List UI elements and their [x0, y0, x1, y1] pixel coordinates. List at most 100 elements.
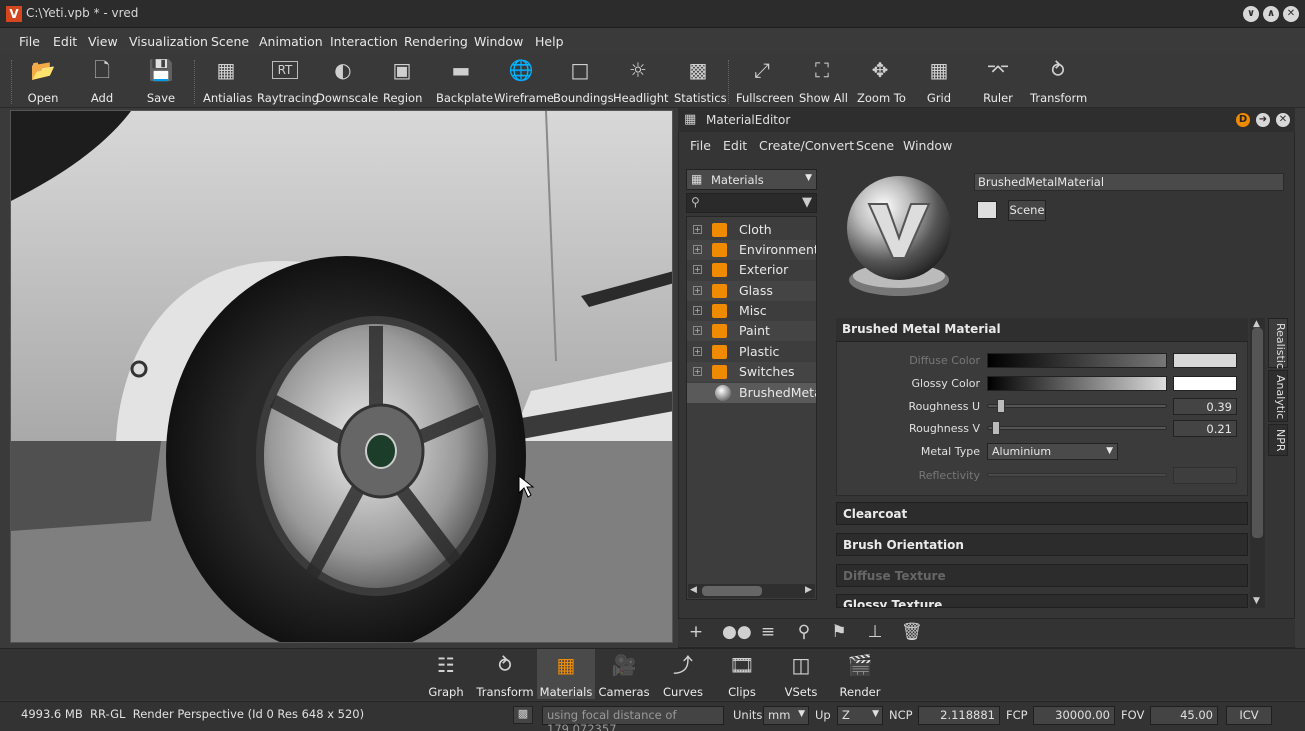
glossy-color-gradient[interactable] — [987, 376, 1167, 391]
tree-item-cloth[interactable]: + Cloth — [687, 220, 816, 240]
expand-icon[interactable]: + — [693, 225, 702, 234]
scroll-up-icon[interactable]: ▲ — [1253, 319, 1260, 329]
me-menu-window[interactable]: Window — [903, 138, 952, 153]
properties-scroll-thumb[interactable] — [1252, 328, 1263, 538]
icv-button[interactable]: ICV — [1226, 706, 1272, 725]
expand-icon[interactable]: + — [693, 367, 702, 376]
antialias-button[interactable]: ▦ Antialias — [203, 58, 252, 106]
section-glossy-texture[interactable]: Glossy Texture — [836, 594, 1248, 608]
roughness-v-value[interactable]: 0.21 — [1173, 420, 1237, 437]
menu-interaction[interactable]: Interaction — [330, 34, 398, 49]
show-all-button[interactable]: ⛶ Show All — [799, 58, 848, 106]
diffuse-color-gradient[interactable] — [987, 353, 1167, 368]
menu-view[interactable]: View — [88, 34, 118, 49]
tree-item-brushedmetal[interactable]: BrushedMetal — [687, 383, 816, 403]
expand-icon[interactable]: + — [693, 245, 702, 254]
statistics-button[interactable]: ▩ Statistics — [674, 58, 727, 106]
module-transform[interactable]: ⥁ Transform — [476, 649, 534, 699]
fcp-input[interactable]: 30000.00 — [1033, 706, 1115, 725]
menu-visualization[interactable]: Visualization — [129, 34, 208, 49]
expand-icon[interactable]: + — [693, 306, 702, 315]
roughness-u-slider[interactable] — [987, 404, 1167, 408]
module-graph[interactable]: ☷ Graph — [417, 649, 475, 699]
raytracing-button[interactable]: RT Raytracing — [257, 58, 319, 106]
save-button[interactable]: 💾 Save — [142, 58, 180, 106]
zoom-to-button[interactable]: ✥ Zoom To — [857, 58, 906, 106]
expand-icon[interactable]: + — [693, 265, 702, 274]
menu-help[interactable]: Help — [535, 34, 564, 49]
region-button[interactable]: ▣ Region — [383, 58, 422, 106]
diffuse-color-swatch[interactable] — [1173, 353, 1237, 368]
expand-icon[interactable]: + — [693, 347, 702, 356]
tree-item-switches[interactable]: + Switches — [687, 362, 816, 382]
scene-button[interactable]: Scene — [1008, 200, 1046, 221]
close-panel-icon[interactable]: ✕ — [1276, 113, 1290, 127]
roughness-u-handle[interactable] — [997, 399, 1005, 413]
menu-scene[interactable]: Scene — [211, 34, 249, 49]
material-name-field[interactable]: BrushedMetalMaterial — [974, 173, 1284, 191]
module-vsets[interactable]: ◫ VSets — [772, 649, 830, 699]
section-clearcoat[interactable]: Clearcoat — [836, 502, 1248, 525]
ncp-input[interactable]: 2.118881 — [918, 706, 1000, 725]
downscale-button[interactable]: ◐ Downscale — [316, 58, 378, 106]
tree-item-paint[interactable]: + Paint — [687, 321, 816, 341]
boundings-button[interactable]: □ Boundings — [553, 58, 614, 106]
connect-icon[interactable]: ≡ — [758, 622, 778, 642]
tree-scroll-thumb[interactable] — [702, 586, 762, 596]
scroll-down-icon[interactable]: ▼ — [1253, 596, 1260, 606]
close-window-icon[interactable]: ✕ — [1283, 6, 1299, 22]
filter-funnel-icon[interactable]: ▼ — [802, 195, 812, 210]
expand-icon[interactable]: + — [693, 286, 702, 295]
fov-input[interactable]: 45.00 — [1150, 706, 1218, 725]
transform-button[interactable]: ⥁ Transform — [1030, 58, 1087, 106]
scroll-right-icon[interactable]: ▶ — [805, 585, 812, 595]
me-menu-create-convert[interactable]: Create/Convert — [759, 138, 854, 153]
dock-icon[interactable]: D — [1236, 113, 1250, 127]
section-brush-orientation[interactable]: Brush Orientation — [836, 533, 1248, 556]
render-viewport[interactable] — [10, 110, 673, 643]
grid-button[interactable]: ▦ Grid — [923, 58, 955, 106]
ruler-button[interactable]: ⌤ Ruler — [981, 58, 1015, 106]
module-render[interactable]: 🎬 Render — [831, 649, 889, 699]
panel-grip-icon[interactable]: ▦ — [684, 112, 696, 127]
roughness-u-value[interactable]: 0.39 — [1173, 398, 1237, 415]
menu-window[interactable]: Window — [474, 34, 523, 49]
me-menu-scene[interactable]: Scene — [856, 138, 894, 153]
scroll-left-icon[interactable]: ◀ — [690, 585, 697, 595]
collapse-window-icon[interactable]: ∨ — [1243, 6, 1259, 22]
tree-item-exterior[interactable]: + Exterior — [687, 260, 816, 280]
tree-item-glass[interactable]: + Glass — [687, 281, 816, 301]
roughness-v-handle[interactable] — [992, 421, 1000, 435]
tree-item-misc[interactable]: + Misc — [687, 301, 816, 321]
delete-trash-icon[interactable]: 🗑 — [901, 622, 923, 642]
module-clips[interactable]: 🎞 Clips — [713, 649, 771, 699]
headlight-button[interactable]: ☼ Headlight — [613, 58, 669, 106]
material-search-input[interactable]: ⚲ ▼ — [686, 193, 817, 213]
wireframe-button[interactable]: 🌐 Wireframe — [494, 58, 554, 106]
add-button[interactable]: 🗋 Add — [84, 58, 120, 106]
duplicate-material-icon[interactable]: ●● — [722, 622, 752, 642]
menu-edit[interactable]: Edit — [53, 34, 77, 49]
maximize-window-icon[interactable]: ∧ — [1263, 6, 1279, 22]
module-cameras[interactable]: 🎥 Cameras — [595, 649, 653, 699]
assign-material-icon[interactable]: ⚑ — [829, 622, 849, 642]
materials-filter-combo[interactable]: ▦ Materials ▼ — [686, 169, 817, 190]
roughness-v-slider[interactable] — [987, 426, 1167, 430]
menu-animation[interactable]: Animation — [259, 34, 323, 49]
menu-file[interactable]: File — [19, 34, 40, 49]
find-in-scene-icon[interactable]: ⚲ — [794, 622, 814, 642]
tab-npr[interactable]: NPR — [1268, 424, 1288, 456]
tab-realistic[interactable]: Realistic — [1268, 318, 1288, 369]
expand-icon[interactable]: + — [693, 326, 702, 335]
tree-item-environments[interactable]: + Environments — [687, 240, 816, 260]
me-menu-file[interactable]: File — [690, 138, 711, 153]
module-materials[interactable]: ▦ Materials — [537, 649, 595, 699]
module-curves[interactable]: ⤴ Curves — [654, 649, 712, 699]
tree-item-plastic[interactable]: + Plastic — [687, 342, 816, 362]
glossy-color-swatch[interactable] — [1173, 376, 1237, 391]
up-axis-select[interactable]: Z ▼ — [837, 706, 883, 725]
metal-type-select[interactable]: Aluminium ▼ — [987, 443, 1118, 460]
clean-up-icon[interactable]: ⊥ — [865, 622, 885, 642]
units-select[interactable]: mm ▼ — [763, 706, 809, 725]
open-button[interactable]: 📂 Open — [22, 58, 64, 106]
